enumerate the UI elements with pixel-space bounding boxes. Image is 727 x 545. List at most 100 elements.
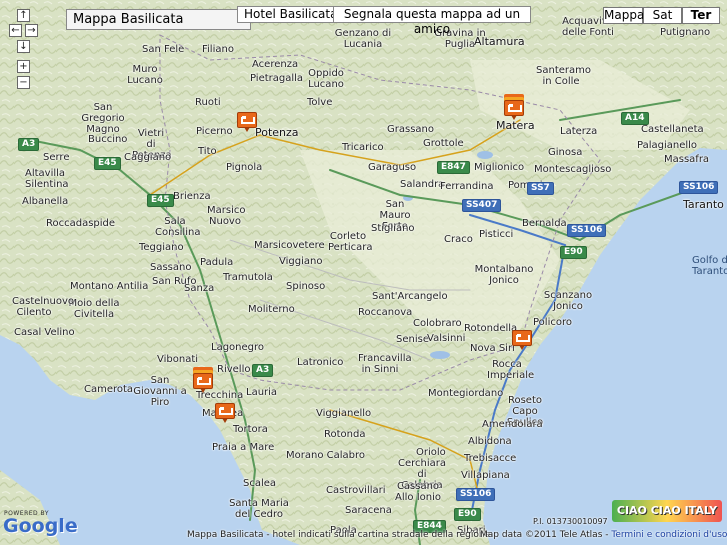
vat-number: P.I. 013730010097 [533, 517, 608, 526]
road-shield: A3 [18, 138, 40, 151]
town-label: Montegiordano [428, 388, 504, 399]
road-shield: E90 [560, 246, 587, 259]
town-label: Serre [43, 152, 70, 163]
town-label: Altavilla Silentina [25, 168, 69, 190]
hotel-marker-icon[interactable] [193, 373, 213, 393]
town-label: Viggiano [279, 256, 323, 267]
town-label: Cassano Allo Ionio [395, 481, 441, 503]
map-type-ter[interactable]: Ter [682, 7, 720, 24]
town-label: Salandra [400, 179, 445, 190]
town-label: Miglionico [474, 162, 525, 173]
town-label: Muro Lucano [127, 64, 163, 86]
town-label: Rocca Imperiale [487, 359, 535, 381]
google-logo[interactable]: Google [3, 515, 78, 537]
town-label: Saracena [345, 505, 392, 516]
town-label: Caggiano [124, 152, 172, 163]
town-label: Moliterno [248, 304, 295, 315]
road-shield: E45 [147, 194, 174, 207]
town-label: Trebisacce [464, 453, 517, 464]
town-label: Policoro [533, 317, 572, 328]
map-type-mappa[interactable]: Mappa [603, 7, 644, 24]
town-label: Spinoso [286, 281, 326, 292]
map-type-sat[interactable]: Sat [643, 7, 682, 24]
town-label: Putignano [660, 27, 711, 38]
town-label: Palagianello [637, 140, 698, 151]
town-label: Rotondella [464, 323, 518, 334]
town-label: Laterza [560, 126, 598, 137]
town-label: Massafra [664, 154, 710, 165]
town-label: Francavilla in Sinni [358, 353, 412, 375]
water-label: Golfo di Taranto [692, 255, 727, 277]
hotel-marker-icon[interactable] [215, 403, 235, 423]
town-label: Grottole [423, 138, 464, 149]
town-label: Vibonati [157, 354, 199, 365]
town-label: Tortora [233, 424, 268, 435]
road-shield: E45 [94, 157, 121, 170]
town-label: Tito [198, 146, 217, 157]
arrow-right-icon[interactable]: → [25, 24, 38, 37]
hotel-marker-icon[interactable] [237, 112, 257, 132]
town-label: Viggianello [316, 408, 372, 419]
town-label: Casal Velino [14, 327, 75, 338]
town-label: Garaguso [368, 162, 417, 173]
town-label: Pietragalla [250, 73, 304, 84]
town-label: Potenza [255, 126, 299, 139]
town-label: San Fele [142, 44, 185, 55]
town-label: Sant'Arcangelo [372, 291, 448, 302]
town-label: Villapiana [461, 470, 510, 481]
town-label: Albidona [468, 436, 512, 447]
road-shield: A3 [252, 364, 274, 377]
hotel-marker-icon[interactable] [512, 330, 532, 350]
hotel-marker-icon[interactable] [504, 100, 524, 120]
town-label: Castellaneta [641, 124, 704, 135]
town-label: Tramutola [223, 272, 273, 283]
road-shield: E847 [437, 161, 470, 174]
town-label: Rotonda [324, 429, 366, 440]
town-label: Castelnuovo Cilento [12, 296, 75, 318]
zoom-out-icon[interactable]: − [17, 76, 30, 89]
town-label: Scalea [243, 478, 277, 489]
town-label: Ginosa [548, 147, 583, 158]
town-label: Pisticci [479, 229, 514, 240]
town-label: Buccino [88, 134, 128, 145]
town-label: Stigliano [371, 223, 415, 234]
zoom-in-icon[interactable]: + [17, 60, 30, 73]
town-label: Tricarico [342, 142, 384, 153]
town-label: Tolve [307, 97, 333, 108]
terms-link[interactable]: Termini e condizioni d'uso [611, 530, 727, 540]
town-label: Oppido Lucano [308, 68, 344, 90]
town-label: Nova Siri [470, 343, 515, 354]
town-label: Morano Calabro [286, 450, 365, 461]
town-label: San Gregorio Magno [81, 102, 125, 135]
road-shield: SS106 [456, 488, 496, 501]
town-label: Sassano [150, 262, 192, 273]
road-shield: SS407 [462, 199, 502, 212]
town-label: Bernalda [522, 218, 567, 229]
road-shield: SS106 [679, 181, 719, 194]
town-label: Ferrandina [440, 181, 494, 192]
town-label: Lauria [246, 387, 278, 398]
town-label: Marsicovetere [254, 240, 325, 251]
town-label: Praia a Mare [212, 442, 275, 453]
arrow-up-icon[interactable]: ↑ [17, 9, 30, 22]
town-label: Teggiano [139, 242, 184, 253]
terrain-base [0, 0, 727, 545]
town-label: Roccadaspide [46, 218, 116, 229]
town-label: Padula [200, 257, 234, 268]
hotels-link[interactable]: Hotel Basilicata [237, 6, 345, 23]
arrow-down-icon[interactable]: ↓ [17, 40, 30, 53]
town-label: Brienza [173, 191, 211, 202]
town-label: San Giovanni a Piro [133, 375, 187, 408]
town-label: Castrovillari [326, 485, 386, 496]
town-label: Grassano [387, 124, 434, 135]
town-label: Filiano [202, 44, 234, 55]
map-data-text: Map data ©2011 Tele Atlas - [480, 530, 612, 540]
town-label: Rivello [217, 364, 251, 375]
town-label: Lagonegro [211, 342, 265, 353]
share-map-link[interactable]: Segnala questa mappa ad un amico [333, 6, 531, 36]
map-canvas[interactable]: San Fele Filiano Acerenza Genzano di Luc… [0, 0, 727, 545]
town-label: Santeramo in Colle [536, 65, 591, 87]
road-shield: E90 [454, 508, 481, 521]
ciao-ciao-italy-logo[interactable]: CIAO CIAO ITALY [612, 500, 722, 522]
arrow-left-icon[interactable]: ← [9, 24, 22, 37]
